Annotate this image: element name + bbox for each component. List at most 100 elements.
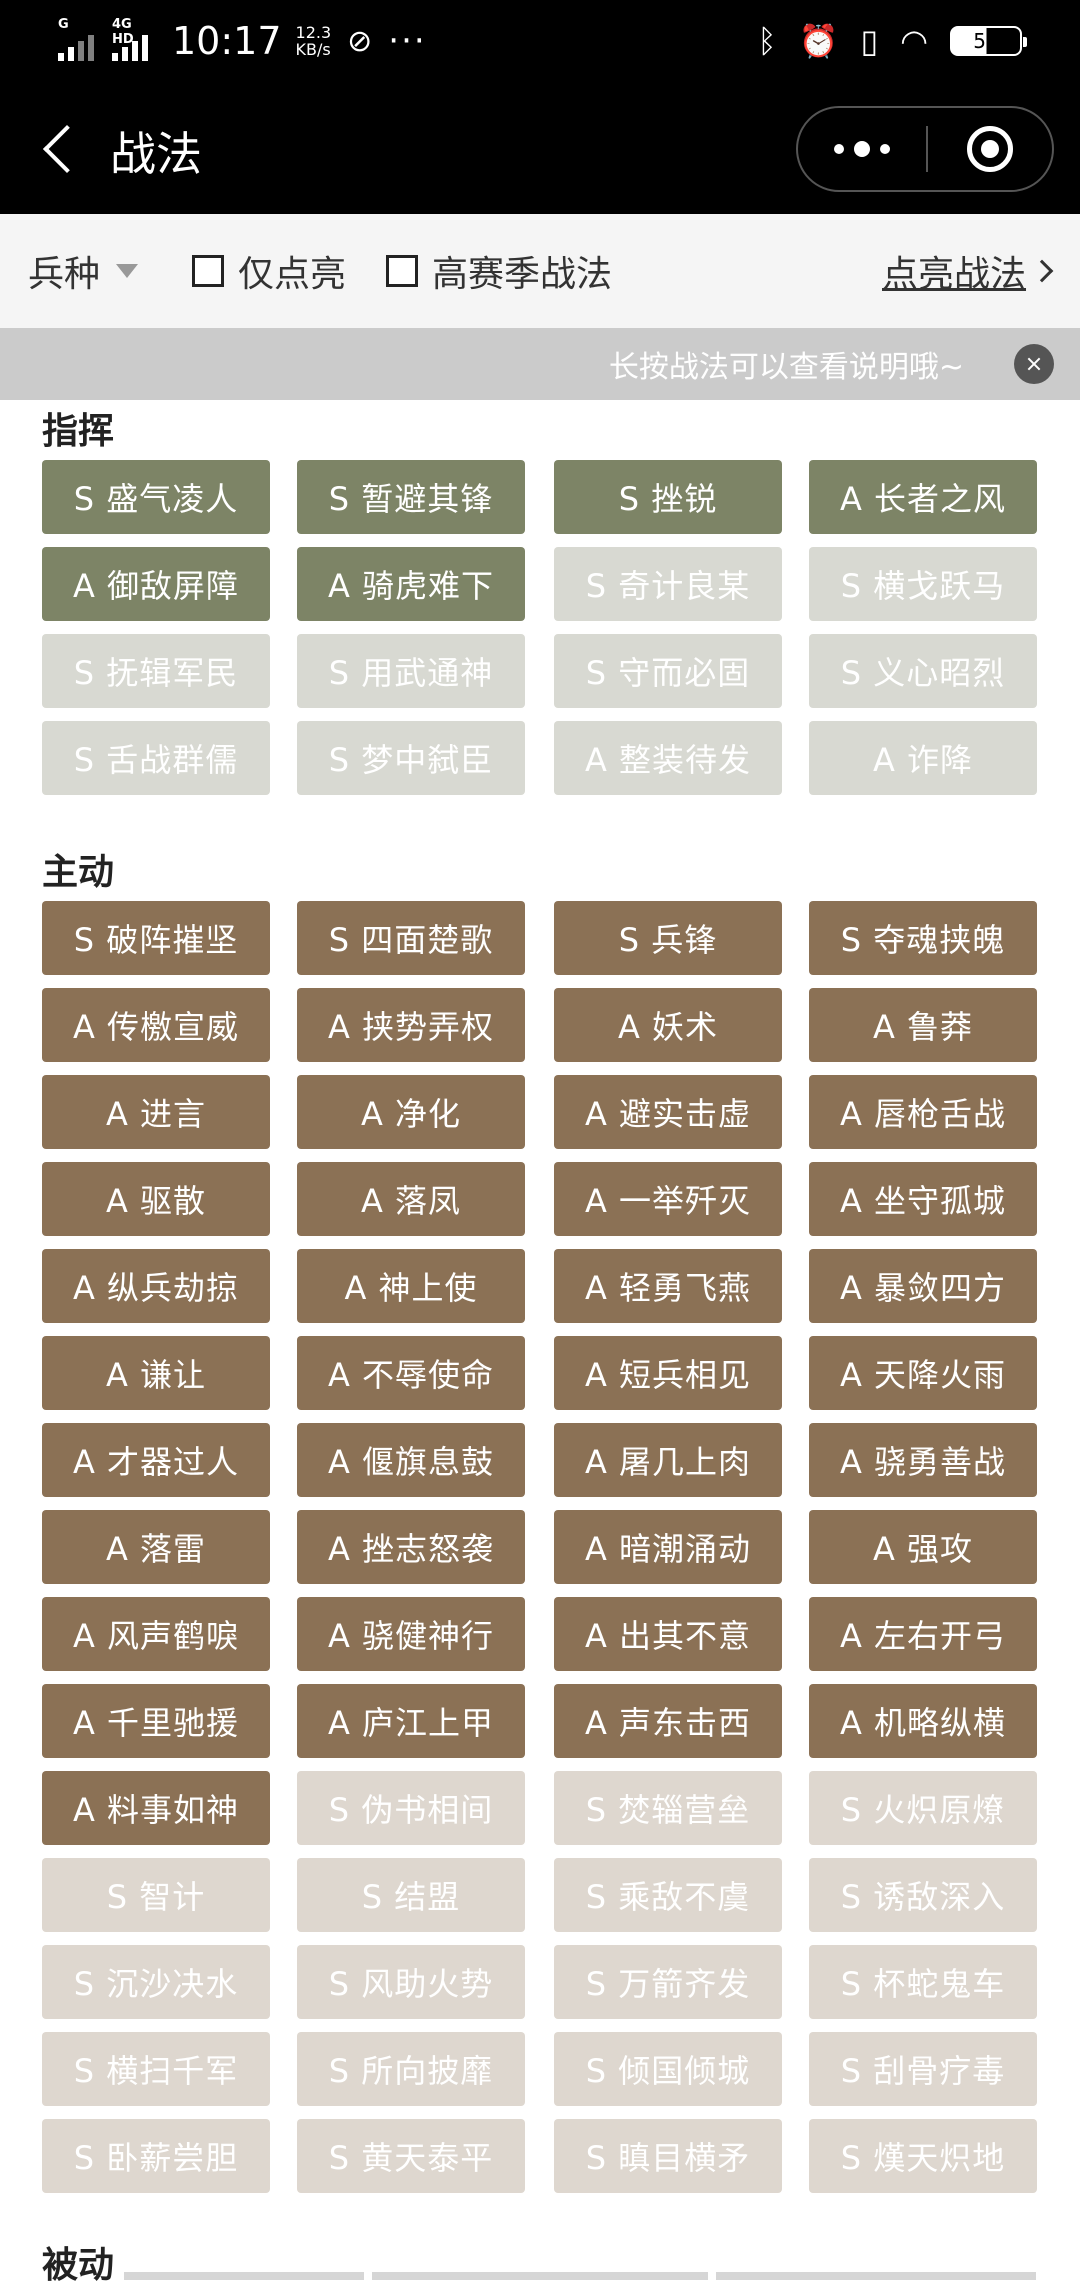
skill-button[interactable]: S 舌战群儒 [42,721,270,795]
skill-button[interactable]: A 谦让 [42,1336,270,1410]
close-icon[interactable] [1014,344,1054,384]
close-mini-program-button[interactable] [928,108,1052,190]
skill-button[interactable]: S 智计 [42,1858,270,1932]
high-season-label: 高赛季战法 [432,254,613,295]
more-button[interactable] [798,108,926,190]
skill-button[interactable]: S 梦中弑臣 [297,721,525,795]
skill-button[interactable]: A 骁勇善战 [809,1423,1037,1497]
skill-button[interactable]: S 风助火势 [297,1945,525,2019]
troop-type-dropdown[interactable]: 兵种 [28,214,139,328]
skill-button[interactable]: A 诈降 [809,721,1037,795]
skill-button[interactable]: A 挟势弄权 [297,988,525,1062]
skill-button[interactable]: A 避实击虚 [554,1075,782,1149]
skill-button[interactable]: A 传檄宣威 [42,988,270,1062]
section-title-passive: 被动 [42,2245,115,2286]
only-lit-checkbox[interactable]: 仅点亮 [192,214,346,328]
skill-button[interactable]: A 唇枪舌战 [809,1075,1037,1149]
skill-button[interactable]: A 偃旗息鼓 [297,1423,525,1497]
skill-button[interactable]: A 机略纵横 [809,1684,1037,1758]
skill-button[interactable]: S 乘敌不虞 [554,1858,782,1932]
skill-button[interactable]: S 熯天炽地 [809,2119,1037,2193]
skill-button[interactable]: S 所向披靡 [297,2032,525,2106]
notice-bar: 长按战法可以查看说明哦~ [0,328,1080,400]
skill-button[interactable]: S 盛气凌人 [42,460,270,534]
skill-button[interactable]: A 千里驰援 [42,1684,270,1758]
skill-button[interactable]: S 夺魂挟魄 [809,901,1037,975]
skill-button[interactable]: A 料事如神 [42,1771,270,1845]
skill-button[interactable]: A 庐江上甲 [297,1684,525,1758]
skill-button[interactable]: S 刮骨疗毒 [809,2032,1037,2106]
skill-button[interactable]: S 横戈跃马 [809,547,1037,621]
skill-button[interactable]: A 骑虎难下 [297,547,525,621]
skill-button[interactable]: A 一举歼灭 [554,1162,782,1236]
skill-button[interactable]: A 神上使 [297,1249,525,1323]
back-icon[interactable] [38,122,84,174]
skill-button[interactable]: S 结盟 [297,1858,525,1932]
skill-button[interactable]: A 暴敛四方 [809,1249,1037,1323]
skill-button[interactable]: A 短兵相见 [554,1336,782,1410]
skill-button[interactable]: A 长者之风 [809,460,1037,534]
skill-button[interactable]: S 万箭齐发 [554,1945,782,2019]
skill-button[interactable]: S 用武通神 [297,634,525,708]
skill-button[interactable]: S 焚辎营垒 [554,1771,782,1845]
skill-button[interactable]: S 奇计良某 [554,547,782,621]
skill-button[interactable]: S 挫锐 [554,460,782,534]
skill-button[interactable]: A 天降火雨 [809,1336,1037,1410]
passive-skill-stub[interactable] [372,2272,708,2280]
chevron-right-icon [1030,259,1054,283]
skill-button[interactable]: A 落凤 [297,1162,525,1236]
no-sim-icon: ⊘ [347,23,373,59]
skill-button[interactable]: A 整装待发 [554,721,782,795]
skill-button[interactable]: A 轻勇飞燕 [554,1249,782,1323]
passive-skill-stub[interactable] [124,2272,364,2280]
skill-button[interactable]: A 强攻 [809,1510,1037,1584]
skill-button[interactable]: A 挫志怒袭 [297,1510,525,1584]
skill-button[interactable]: A 骁健神行 [297,1597,525,1671]
battery-icon: 51 [950,26,1027,56]
network-speed: 12.3 KB/s [296,24,332,58]
skill-button[interactable]: A 进言 [42,1075,270,1149]
skill-button[interactable]: A 屠几上肉 [554,1423,782,1497]
skill-button[interactable]: A 坐守孤城 [809,1162,1037,1236]
skill-button[interactable]: A 妖术 [554,988,782,1062]
skill-button[interactable]: A 驱散 [42,1162,270,1236]
skill-button[interactable]: S 卧薪尝胆 [42,2119,270,2193]
skill-button[interactable]: S 守而必固 [554,634,782,708]
skill-button[interactable]: S 瞋目横矛 [554,2119,782,2193]
network-tag-2: 4G HD [112,17,134,47]
light-skills-link[interactable]: 点亮战法 [882,214,1054,328]
skill-button[interactable]: S 横扫千军 [42,2032,270,2106]
signal-icon-2: 4G HD [112,17,148,61]
skill-button[interactable]: A 净化 [297,1075,525,1149]
status-left: G 4G HD 10:17 12.3 KB/s ⊘ ··· [58,14,427,68]
skill-button[interactable]: A 声东击西 [554,1684,782,1758]
skill-button[interactable]: A 才器过人 [42,1423,270,1497]
more-notifications-icon: ··· [388,21,427,61]
skill-button[interactable]: S 兵锋 [554,901,782,975]
skill-button[interactable]: A 左右开弓 [809,1597,1037,1671]
high-season-checkbox[interactable]: 高赛季战法 [386,214,612,328]
skill-button[interactable]: S 倾国倾城 [554,2032,782,2106]
skill-button[interactable]: S 暂避其锋 [297,460,525,534]
skill-button[interactable]: S 伪书相间 [297,1771,525,1845]
skill-button[interactable]: S 沉沙决水 [42,1945,270,2019]
skill-button[interactable]: A 出其不意 [554,1597,782,1671]
skill-button[interactable]: A 御敌屏障 [42,547,270,621]
skill-button[interactable]: S 四面楚歌 [297,901,525,975]
checkbox-icon [192,255,224,287]
skill-button[interactable]: S 诱敌深入 [809,1858,1037,1932]
skill-button[interactable]: A 暗潮涌动 [554,1510,782,1584]
skill-button[interactable]: S 黄天泰平 [297,2119,525,2193]
skill-button[interactable]: S 抚辑军民 [42,634,270,708]
skill-button[interactable]: A 风声鹤唳 [42,1597,270,1671]
skill-button[interactable]: S 火炽原燎 [809,1771,1037,1845]
passive-skill-stub[interactable] [716,2272,1036,2280]
skill-button[interactable]: S 破阵摧坚 [42,901,270,975]
skill-button[interactable]: A 不辱使命 [297,1336,525,1410]
skill-button[interactable]: A 落雷 [42,1510,270,1584]
section-title-command: 指挥 [42,411,115,452]
skill-button[interactable]: S 杯蛇鬼车 [809,1945,1037,2019]
skill-button[interactable]: A 纵兵劫掠 [42,1249,270,1323]
skill-button[interactable]: S 义心昭烈 [809,634,1037,708]
skill-button[interactable]: A 鲁莽 [809,988,1037,1062]
